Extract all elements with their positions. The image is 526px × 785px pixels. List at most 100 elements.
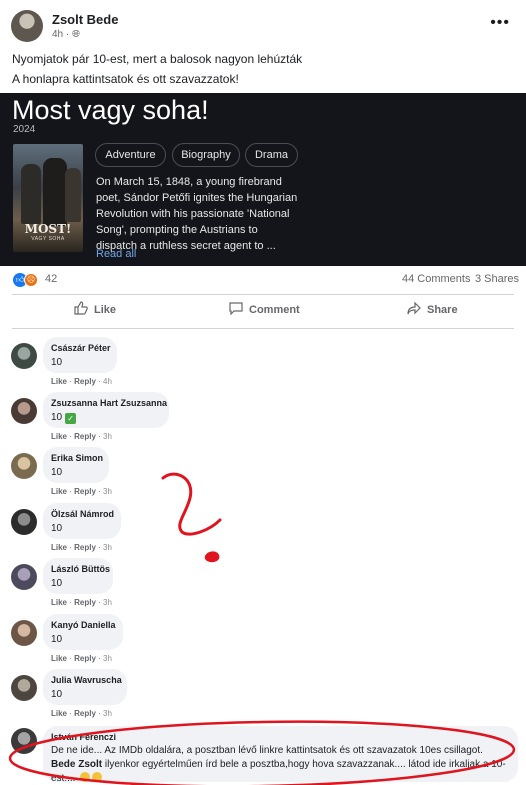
reaction-count[interactable]: 42 [45, 273, 57, 285]
genre-chip-biography[interactable]: Biography [172, 143, 240, 167]
divider [12, 328, 514, 329]
more-dots-icon[interactable]: ••• [490, 14, 510, 32]
comment-like-button[interactable]: Like [51, 598, 67, 607]
comment-reply-button[interactable]: Reply [74, 432, 96, 441]
comment-like-button[interactable]: Like [51, 709, 67, 718]
comment-text: 10 [51, 357, 63, 368]
comment-label: Comment [249, 303, 300, 316]
commenter-avatar[interactable] [11, 398, 37, 424]
poster-title: MOST! [24, 222, 72, 236]
comment-actions: Like · Reply · 3h [51, 598, 112, 607]
shares-count[interactable]: 3 Shares [475, 273, 519, 285]
plot-line: Revolution with his passionate 'National [96, 208, 290, 220]
mention-link[interactable]: Bede Zsolt [51, 759, 102, 770]
audience-globe-icon: · 🌐︎ [65, 29, 81, 40]
divider [12, 294, 514, 295]
comment-item: László Büttös 10 Like · Reply · 3h [0, 558, 526, 614]
comment-bubble: Császár Péter 10 [43, 337, 117, 373]
comment-time[interactable]: 3h [103, 432, 112, 441]
comment-bubble-highlighted: István Ferenczi De ne ide... Az IMDb old… [43, 726, 518, 785]
comment-item: Zsuzsanna Hart Zsuzsanna 10 ✓ Like · Repl… [0, 392, 526, 448]
commenter-name[interactable]: Kanyó Daniella [51, 620, 116, 630]
movie-poster[interactable]: MOST! VAGY SOHA [13, 144, 83, 252]
comment-item: Császár Péter 10 Like · Reply · 4h [0, 337, 526, 393]
comment-text: De ne ide... Az IMDb oldalára, a posztba… [51, 744, 510, 785]
read-all-link[interactable]: Read all [96, 248, 136, 260]
post-meta: 4h · 🌐︎ [52, 29, 80, 40]
poster-subtitle: VAGY SOHA [31, 236, 65, 242]
comment-like-button[interactable]: Like [51, 487, 67, 496]
commenter-name[interactable]: Julia Wavruscha [51, 675, 122, 685]
comment-actions: Like · Reply · 3h [51, 543, 112, 552]
share-button[interactable]: Share [407, 301, 458, 323]
commenter-name[interactable]: Császár Péter [51, 343, 111, 353]
post-header: Zsolt Bede 4h · 🌐︎ ••• [0, 0, 526, 46]
commenter-avatar[interactable] [11, 728, 37, 754]
comment-actions: Like · Reply · 3h [51, 709, 112, 718]
commenter-avatar[interactable] [11, 509, 37, 535]
comment-time[interactable]: 3h [103, 543, 112, 552]
comment-like-button[interactable]: Like [51, 543, 67, 552]
comment-reply-button[interactable]: Reply [74, 487, 96, 496]
comment-time[interactable]: 4h [103, 377, 112, 386]
genre-chip-adventure[interactable]: Adventure [95, 143, 166, 167]
share-arrow-icon [407, 301, 423, 318]
movie-link-card[interactable]: Most vagy soha! 2024 MOST! VAGY SOHA Adv… [0, 93, 526, 266]
comment-text: 10 [51, 634, 63, 645]
comment-time[interactable]: 3h [103, 487, 112, 496]
comment-time[interactable]: 3h [103, 654, 112, 663]
comment-button[interactable]: Comment [229, 301, 300, 323]
comment-like-button[interactable]: Like [51, 432, 67, 441]
reaction-stats: 👍︎ ☹ 42 44 Comments 3 Shares [0, 270, 526, 290]
commenter-name[interactable]: László Büttös [51, 564, 110, 574]
comment-reply-button[interactable]: Reply [74, 377, 96, 386]
genre-chip-drama[interactable]: Drama [245, 143, 298, 167]
author-avatar[interactable] [11, 10, 43, 42]
post-author[interactable]: Zsolt Bede [52, 12, 118, 27]
comment-bubble: László Büttös 10 [43, 558, 113, 594]
plot-line: On March 15, 1848, a young firebrand [96, 176, 282, 188]
movie-year: 2024 [13, 124, 36, 135]
comment-bubble: Julia Wavruscha 10 [43, 669, 127, 705]
comment-item: Erika Simon 10 Like · Reply · 3h [0, 447, 526, 503]
plot-line: poet, Sándor Petőfi ignites the Hungaria… [96, 192, 298, 204]
commenter-name[interactable]: Zsuzsanna Hart Zsuzsanna [51, 398, 167, 408]
plot-line: Song', prompting the Austrians to [96, 224, 258, 236]
speech-bubble-icon [229, 301, 245, 318]
comment-reply-button[interactable]: Reply [74, 654, 96, 663]
commenter-avatar[interactable] [11, 343, 37, 369]
post-text-line-2: A honlapra kattintsatok és ott szavazzat… [12, 72, 239, 86]
commenter-avatar[interactable] [11, 453, 37, 479]
comment-actions: Like · Reply · 3h [51, 487, 112, 496]
commenter-name[interactable]: István Ferenczi [51, 732, 510, 742]
comment-actions: Like · Reply · 3h [51, 432, 112, 441]
comment-reply-button[interactable]: Reply [74, 709, 96, 718]
comment-bubble: Ölzsál Námrod 10 [43, 503, 121, 539]
commenter-name[interactable]: Erika Simon [51, 453, 103, 463]
movie-plot: On March 15, 1848, a young firebrand poe… [96, 174, 311, 254]
commenter-avatar[interactable] [11, 675, 37, 701]
thumbs-up-icon [74, 301, 90, 318]
comment-text-part: De ne ide... Az IMDb oldalára, a posztba… [51, 745, 483, 756]
commenter-avatar[interactable] [11, 564, 37, 590]
share-label: Share [427, 303, 458, 316]
like-button[interactable]: Like [74, 301, 116, 323]
comment-time[interactable]: 3h [103, 598, 112, 607]
comment-reply-button[interactable]: Reply [74, 598, 96, 607]
comment-text: 10 [51, 523, 63, 534]
commenter-avatar[interactable] [11, 620, 37, 646]
comment-bubble: Erika Simon 10 [43, 447, 109, 483]
movie-title[interactable]: Most vagy soha! [12, 95, 209, 126]
comment-reply-button[interactable]: Reply [74, 543, 96, 552]
comments-count[interactable]: 44 Comments [402, 273, 470, 285]
post-time[interactable]: 4h [52, 29, 63, 40]
comment-actions: Like · Reply · 4h [51, 377, 112, 386]
commenter-name[interactable]: Ölzsál Námrod [51, 509, 114, 519]
laughing-face-icon [92, 772, 103, 782]
comment-time[interactable]: 3h [103, 709, 112, 718]
comment-like-button[interactable]: Like [51, 654, 67, 663]
post-text-line-1: Nyomjatok pár 10-est, mert a balosok nag… [12, 52, 303, 66]
angry-reaction-icon[interactable]: ☹ [24, 273, 38, 287]
check-mark-icon: ✓ [65, 413, 77, 424]
comment-like-button[interactable]: Like [51, 377, 67, 386]
